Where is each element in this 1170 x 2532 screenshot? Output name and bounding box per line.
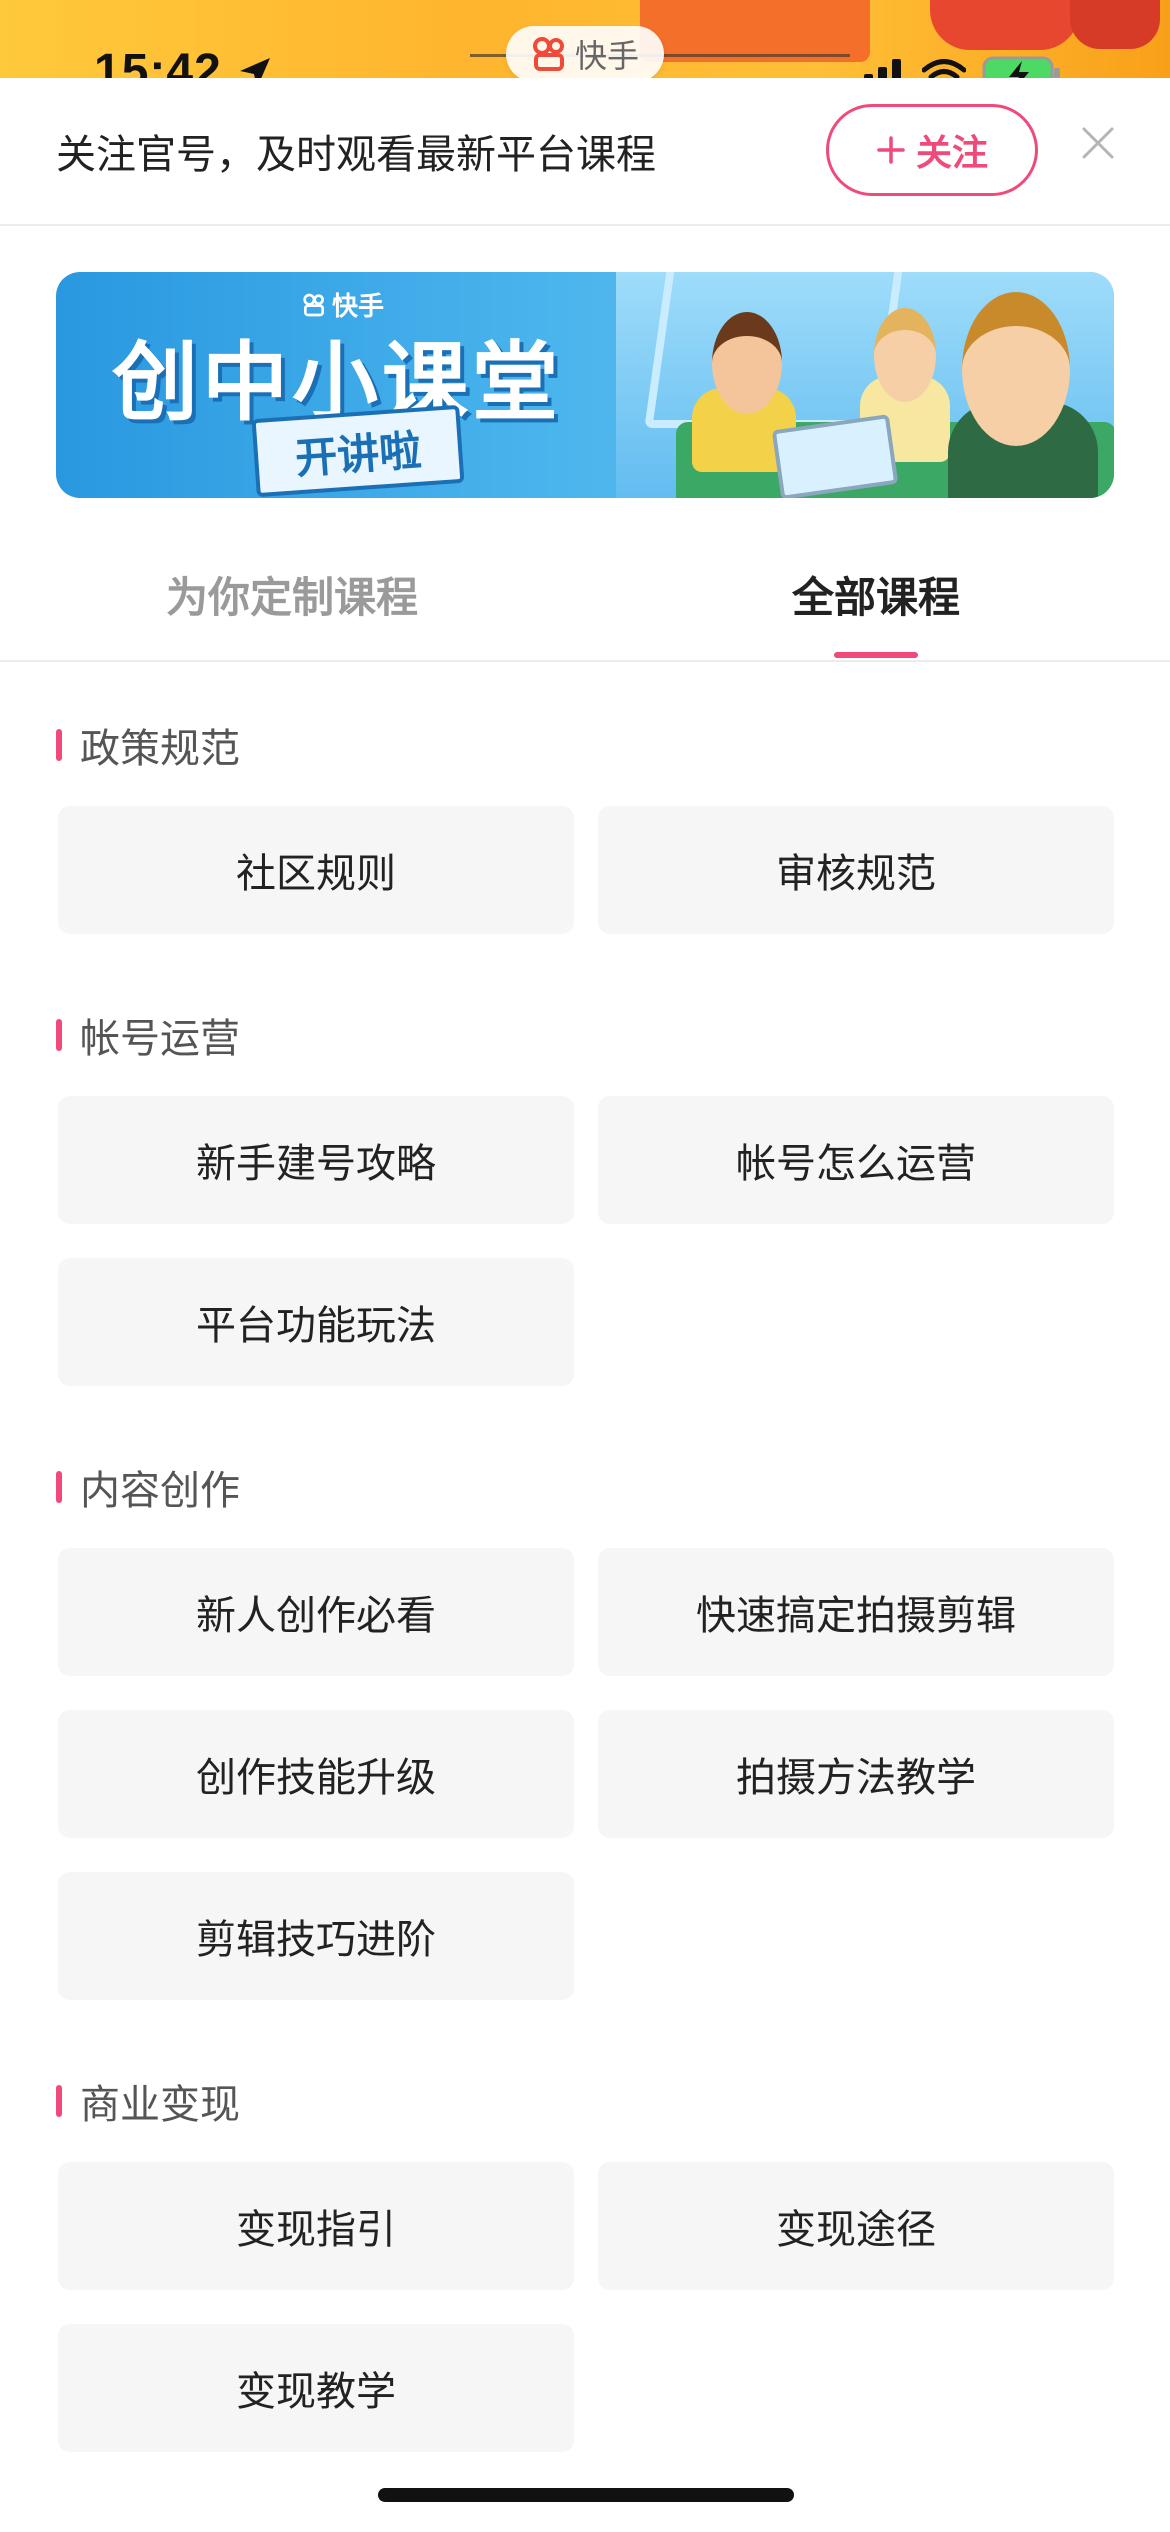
section-title: 政策规范: [80, 726, 240, 772]
course-card[interactable]: 变现途径: [598, 2162, 1114, 2290]
status-bar: 15:42 快手: [0, 0, 1170, 98]
app-pill-label: 快手: [574, 37, 639, 75]
illustration-person-head: [874, 308, 936, 402]
course-card[interactable]: 平台功能玩法: [58, 1258, 574, 1386]
kuaishou-logo-icon: [532, 37, 564, 71]
home-indicator[interactable]: [378, 2488, 794, 2502]
course-tabs: 为你定制课程 全部课程: [0, 520, 1170, 662]
tab-custom-courses[interactable]: 为你定制课程: [166, 564, 418, 625]
illustration-person-head: [712, 312, 782, 414]
section-title: 商业变现: [80, 2082, 240, 2128]
tab-all-courses[interactable]: 全部课程: [792, 564, 960, 625]
illustration-person-head: [962, 292, 1070, 446]
section-header: 内容创作: [56, 1458, 240, 1516]
close-icon[interactable]: [1080, 125, 1116, 161]
plus-icon: [877, 136, 905, 164]
course-card[interactable]: 新人创作必看: [58, 1548, 574, 1676]
course-card[interactable]: 变现指引: [58, 2162, 574, 2290]
follow-banner-text: 关注官号，及时观看最新平台课程: [56, 132, 656, 178]
follow-button-label: 关注: [915, 133, 988, 174]
section-header: 帐号运营: [56, 1006, 240, 1064]
course-card[interactable]: 新手建号攻略: [58, 1096, 574, 1224]
hero-banner[interactable]: 快手 创中小课堂 开讲啦: [56, 272, 1114, 498]
section-header: 政策规范: [56, 716, 240, 774]
follow-banner: 关注官号，及时观看最新平台课程 关注: [0, 78, 1170, 226]
section-accent-bar: [56, 729, 62, 761]
course-card[interactable]: 拍摄方法教学: [598, 1710, 1114, 1838]
course-card[interactable]: 审核规范: [598, 806, 1114, 934]
course-card[interactable]: 社区规则: [58, 806, 574, 934]
course-card[interactable]: 创作技能升级: [58, 1710, 574, 1838]
section-accent-bar: [56, 1019, 62, 1051]
course-card[interactable]: 剪辑技巧进阶: [58, 1872, 574, 2000]
follow-button[interactable]: 关注: [826, 104, 1038, 196]
course-card[interactable]: 变现教学: [58, 2324, 574, 2452]
course-card[interactable]: 帐号怎么运营: [598, 1096, 1114, 1224]
section-title: 内容创作: [80, 1468, 240, 1514]
section-accent-bar: [56, 1471, 62, 1503]
section-accent-bar: [56, 2085, 62, 2117]
course-card[interactable]: 快速搞定拍摄剪辑: [598, 1548, 1114, 1676]
app-switch-pill[interactable]: 快手: [506, 26, 664, 82]
section-header: 商业变现: [56, 2072, 240, 2130]
active-tab-indicator: [834, 652, 918, 658]
banner-subtitle: 开讲啦: [251, 404, 465, 498]
section-title: 帐号运营: [80, 1016, 240, 1062]
